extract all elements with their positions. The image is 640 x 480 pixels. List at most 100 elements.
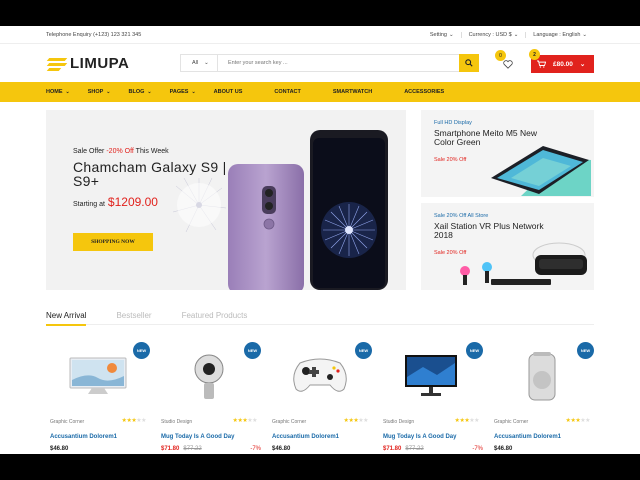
side-banner-sale: Sale 20% Off [434,157,467,163]
setting-label: Setting [429,31,447,38]
nav-item-label: Smartwatch [332,89,373,95]
chevron-down-icon: ⌄ [204,60,209,66]
product-price: $46.80 [50,446,68,452]
star-icon: ★ [252,418,257,424]
chevron-down-icon: ⌄ [106,89,111,95]
nav-item-label: Accessories [404,89,445,95]
search-input[interactable] [218,55,459,71]
phone-back-image [228,164,304,290]
setting-dropdown[interactable]: Setting ⌄ [423,32,461,38]
nav-item-contact[interactable]: Contact [274,89,300,95]
price-old: $77.22 [405,446,424,452]
search-category-value: All [192,60,199,66]
chevron-down-icon: ⌄ [582,31,587,38]
chevron-down-icon: ⌄ [448,31,454,38]
new-badge: NEW [133,342,150,359]
price-label: Starting at [73,201,105,208]
nav-item-label: Contact [274,89,301,95]
nav-item-home[interactable]: Home ⌄ [46,89,70,95]
product-name-link[interactable]: Accusantium Dolorem1 [494,434,561,440]
offer-suffix: This Week [135,148,169,155]
star-icon: ★ [474,418,479,424]
banner-price: Starting at $1209.00 [73,195,158,209]
tab-new-arrival[interactable]: New Arrival [46,306,87,326]
rating-stars: ★★★★★ [233,417,258,424]
tab-bestseller[interactable]: Bestseller [116,306,151,325]
side-banner-vr[interactable]: Sale 20% Off All Store Xail Station VR P… [421,203,594,290]
cart-button[interactable]: £80.00 ⌄ 2 [529,49,594,73]
product-price: $46.80 [494,446,512,452]
chevron-down-icon: ⌄ [513,31,519,38]
banner-area: Sale Offer -20% Off This Week Chamcham G… [46,110,594,290]
new-badge: NEW [577,342,594,359]
wishlist-count-badge: 0 [495,50,506,61]
logo[interactable]: LIMUPA [46,55,180,72]
price-current: $46.80 [494,446,513,452]
nav-item-shop[interactable]: Shop ⌄ [88,89,111,95]
product-name-link[interactable]: Accusantium Dolorem1 [50,434,117,440]
tab-featured-products[interactable]: Featured Products [182,306,248,325]
product-card[interactable]: NEW Studio Design ★★★★★ Mug Today Is A Good… [379,336,483,454]
star-icon: ★ [363,418,368,424]
vr-headset-image [460,242,587,285]
search-category-select[interactable]: All ⌄ [181,55,218,71]
rating-stars: ★★★★★ [455,417,480,424]
cart-icon [537,60,546,68]
nav-item-smartwatch[interactable]: Smartwatch [333,89,372,95]
header: LIMUPA All ⌄ 0 £80.00 ⌄ 2 [0,44,640,82]
product-vendor[interactable]: Studio Design [161,419,192,425]
nav-item-accessories[interactable]: Accessories [404,89,444,95]
nav-item-pages[interactable]: Pages ⌄ [170,89,196,95]
phone-front-image [310,130,388,290]
shopping-now-button[interactable]: SHOPPING NOW [73,233,153,251]
nav-item-blog[interactable]: Blog ⌄ [129,89,152,95]
product-name-link[interactable]: Mug Today Is A Good Day [161,434,234,440]
side-banner-smartphone[interactable]: Full HD Display Smartphone Meito M5 New … [421,110,594,197]
product-card[interactable]: NEW Graphic Corner ★★★★★ Accusantium Dolore… [490,336,594,454]
chevron-down-icon: ⌄ [147,89,152,95]
product-card[interactable]: NEW Studio Design ★★★★★ Mug Today Is A Good… [157,336,261,454]
search-button[interactable] [459,54,479,72]
new-badge: NEW [244,342,261,359]
star-icon: ★ [141,418,146,424]
nav-item-label: Pages [169,89,189,95]
logo-text: LIMUPA [70,54,130,72]
product-card[interactable]: NEW Graphic Corner ★★★★★ Accusantium Dolore… [268,336,372,454]
side-banner-subtitle: Sale 20% Off All Store [434,213,489,219]
wishlist-button[interactable]: 0 [495,50,519,73]
rating-stars: ★★★★★ [122,417,147,424]
price-current: $71.80 [383,446,402,452]
language-dropdown[interactable]: Language : English ⌄ [525,31,594,38]
chevron-down-icon: ⌄ [579,61,586,68]
nav-item-about-us[interactable]: About Us [214,89,243,95]
product-price: $71.80 $77.22 [161,446,202,452]
side-banner-subtitle: Full HD Display [434,120,472,126]
product-card[interactable]: NEW Graphic Corner ★★★★★ Accusantium Dolore… [46,336,150,454]
product-vendor[interactable]: Graphic Corner [50,419,84,425]
main-banner[interactable]: Sale Offer -20% Off This Week Chamcham G… [46,110,406,290]
chevron-down-icon: ⌄ [65,89,70,95]
currency-dropdown[interactable]: Currency : USD $ ⌄ [460,31,526,38]
main-nav: Home ⌄ Shop ⌄ Blog ⌄ Pages ⌄ About Us Contact Smar… [0,82,640,102]
chevron-down-icon: ⌄ [191,89,196,95]
top-bar: Telephone Enquiry (+123) 123 321 345 Set… [0,26,640,44]
search-icon [465,59,473,67]
discount-label: -7% [472,446,483,452]
cart-total: £80.00 [553,60,573,68]
product-vendor[interactable]: Studio Design [383,419,414,425]
offer-highlight: -20% Off [106,148,134,155]
top-bar-settings: Setting ⌄ Currency : USD $ ⌄ Language : En… [423,31,594,38]
nav-item-label: Home [46,89,63,95]
banner-offer: Sale Offer -20% Off This Week [73,148,169,155]
product-vendor[interactable]: Graphic Corner [272,419,306,425]
search-bar: All ⌄ [180,54,479,72]
phone-enquiry: Telephone Enquiry (+123) 123 321 345 [46,31,142,38]
product-name-link[interactable]: Accusantium Dolorem1 [272,434,339,440]
dandelion-decoration [172,177,227,233]
language-label: Language : English [533,31,581,38]
product-vendor[interactable]: Graphic Corner [494,419,528,425]
product-price: $46.80 [272,446,290,452]
page: Telephone Enquiry (+123) 123 321 345 Set… [0,26,640,454]
rating-stars: ★★★★★ [566,417,591,424]
product-name-link[interactable]: Mug Today Is A Good Day [383,434,456,440]
